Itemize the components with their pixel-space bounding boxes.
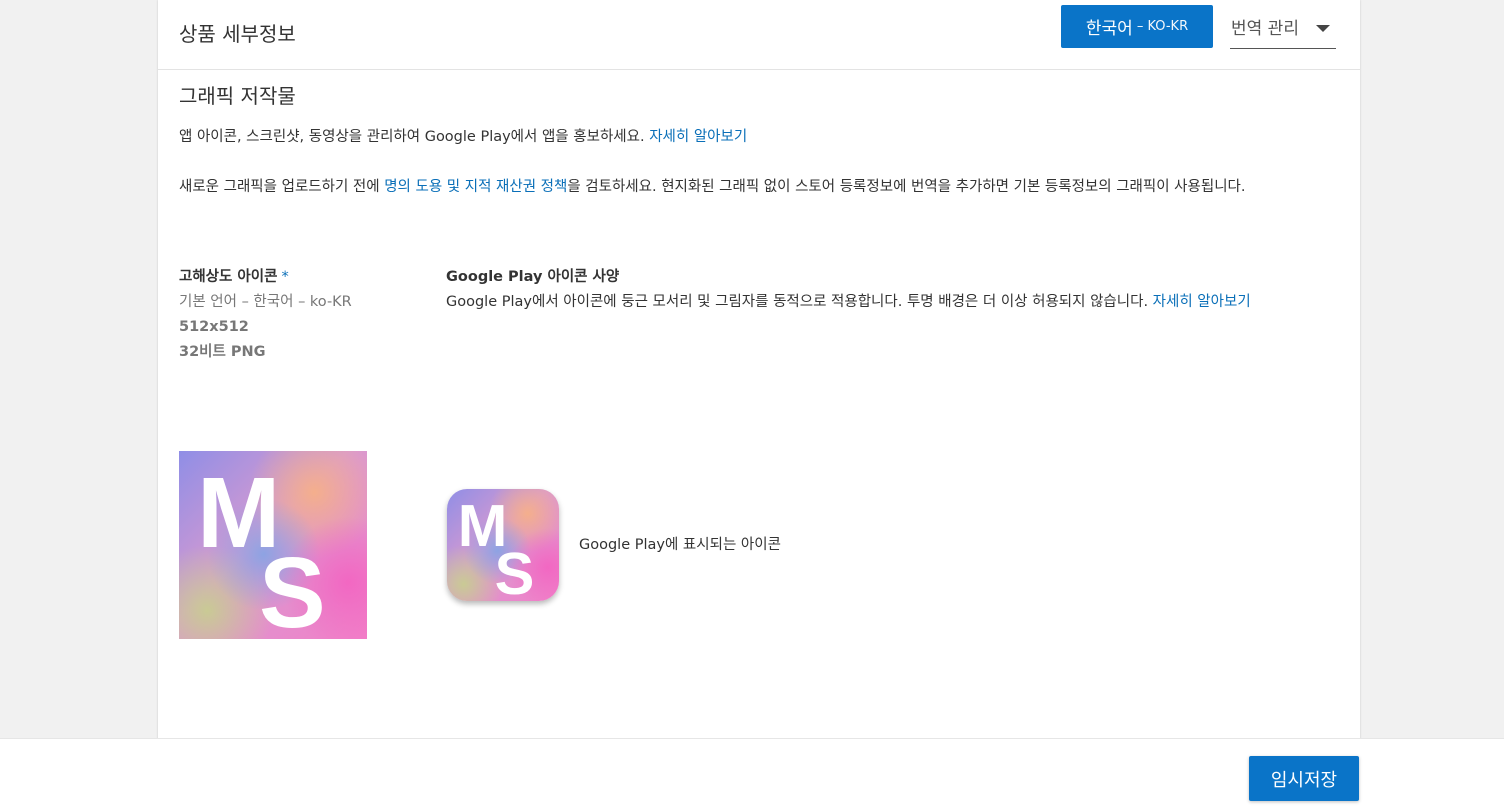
policy-text-before: 새로운 그래픽을 업로드하기 전에 [179, 179, 385, 195]
save-draft-button[interactable]: 임시저장 [1249, 756, 1359, 801]
app-icon-image: M S [179, 451, 367, 639]
chevron-down-icon [1316, 25, 1330, 32]
play-store-icon-preview: M S [447, 489, 559, 601]
language-code: – KO-KR [1136, 19, 1189, 34]
svg-text:S: S [495, 540, 535, 601]
icon-spec-description: Google Play에서 아이콘에 둥근 모서리 및 그림자를 동적으로 적용… [446, 290, 1346, 315]
icon-field-label-row: 고해상도 아이콘 * [179, 265, 369, 290]
graphics-intro: 앱 아이콘, 스크린샷, 동영상을 관리하여 Google Play에서 앱을 … [179, 125, 1339, 150]
policy-text-after: 을 검토하세요. 현지화된 그래픽 없이 스토어 등록정보에 번역을 추가하면 … [567, 179, 1246, 195]
app-icon-preview-image: M S [447, 489, 559, 601]
learn-more-link[interactable]: 자세히 알아보기 [649, 129, 747, 145]
icon-spec-learn-more-link[interactable]: 자세히 알아보기 [1153, 294, 1251, 310]
card-header: 상품 세부정보 한국어 – KO-KR 번역 관리 [158, 0, 1360, 70]
icon-field-label: 고해상도 아이콘 [179, 269, 278, 285]
icon-language-note: 기본 언어 – 한국어 – ko-KR [179, 294, 352, 310]
icon-size: 512x512 [179, 319, 249, 335]
icon-spec-title: Google Play 아이콘 사양 [446, 269, 620, 285]
page-title: 상품 세부정보 [179, 22, 296, 46]
manage-translations-dropdown[interactable]: 번역 관리 [1230, 5, 1336, 49]
section-title: 그래픽 저작물 [179, 84, 296, 108]
graphics-policy: 새로운 그래픽을 업로드하기 전에 명의 도용 및 지적 재산권 정책을 검토하… [179, 175, 1339, 200]
icon-spec: Google Play 아이콘 사양 Google Play에서 아이콘에 둥근… [446, 265, 1346, 315]
svg-text:S: S [259, 537, 326, 639]
language-button[interactable]: 한국어 – KO-KR [1061, 5, 1213, 48]
policy-link[interactable]: 명의 도용 및 지적 재산권 정책 [384, 179, 567, 195]
store-listing-card: 상품 세부정보 한국어 – KO-KR 번역 관리 그래픽 저작물 앱 아이콘,… [158, 0, 1360, 740]
uploaded-app-icon[interactable]: M S [179, 451, 367, 639]
icon-field-spec: 고해상도 아이콘 * 기본 언어 – 한국어 – ko-KR 512x512 32… [179, 265, 369, 365]
icon-format: 32비트 PNG [179, 344, 266, 360]
footer-bar: 임시저장 [0, 738, 1504, 809]
required-mark: * [281, 269, 289, 285]
icon-preview-caption: Google Play에 표시되는 아이콘 [579, 537, 781, 553]
language-name: 한국어 [1085, 19, 1133, 39]
icon-spec-text: Google Play에서 아이콘에 둥근 모서리 및 그림자를 동적으로 적용… [446, 294, 1153, 310]
manage-translations-label: 번역 관리 [1231, 19, 1299, 39]
graphics-intro-text: 앱 아이콘, 스크린샷, 동영상을 관리하여 Google Play에서 앱을 … [179, 129, 650, 145]
